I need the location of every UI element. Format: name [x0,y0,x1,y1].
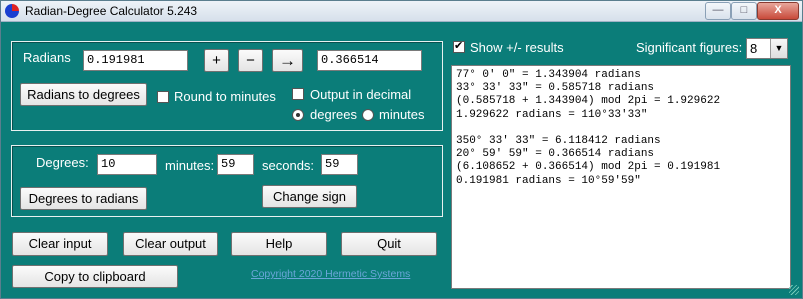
arrow-button[interactable]: → [272,49,303,72]
clear-output-button[interactable]: Clear output [123,232,218,256]
minutes-radio-label: minutes [379,107,425,122]
output-in-decimal-checkbox[interactable] [292,88,304,100]
radians-input[interactable]: 0.191981 [83,50,188,71]
output-line: 0.191981 radians = 10°59'59" [456,174,641,187]
output-line: 20° 59' 59" = 0.366514 radians [456,148,655,161]
radians-result-field[interactable]: 0.366514 [317,50,422,71]
title-bar[interactable]: Radian-Degree Calculator 5.243 — □ X [1,1,802,22]
help-button[interactable]: Help [231,232,327,256]
output-panel[interactable]: 77° 0' 0" = 1.343904 radians 33° 33' 33"… [451,65,791,289]
round-to-minutes-checkbox[interactable] [157,91,169,103]
radians-to-degrees-button[interactable]: Radians to degrees [20,83,147,106]
degrees-to-radians-button[interactable]: Degrees to radians [20,187,147,210]
minutes-radio[interactable] [362,109,374,121]
output-line: 1.929622 radians = 110°33'33" [456,108,648,121]
degrees-radio-label: degrees [310,107,357,122]
minutes-input[interactable]: 59 [217,154,254,175]
minimize-button[interactable]: — [705,2,731,20]
minutes-label: minutes: [165,158,215,173]
window-title: Radian-Degree Calculator 5.243 [25,4,198,18]
degrees-radio[interactable] [292,109,304,121]
seconds-label: seconds: [262,158,315,173]
output-line: (0.585718 + 1.343904) mod 2pi = 1.929622 [456,95,721,108]
significant-figures-select[interactable]: 8 ▼ [746,38,788,59]
degrees-label: Degrees: [36,155,89,170]
significant-figures-label: Significant figures: [636,40,743,55]
radians-label: Radians [23,50,71,65]
copyright-link[interactable]: Copyright 2020 Hermetic Systems [251,268,410,280]
show-results-label: Show +/- results [470,40,564,55]
output-line: (6.108652 + 0.366514) mod 2pi = 0.191981 [456,161,721,174]
resize-grip[interactable] [789,285,799,295]
change-sign-button[interactable]: Change sign [262,185,357,208]
degrees-input[interactable]: 10 [97,154,157,175]
show-results-checkbox[interactable] [453,39,465,53]
app-window: Radian-Degree Calculator 5.243 — □ X Rad… [0,0,803,299]
close-button[interactable]: X [757,2,799,20]
app-icon [5,4,19,18]
plus-button[interactable]: + [204,49,229,72]
minus-button[interactable]: − [238,49,263,72]
copy-to-clipboard-button[interactable]: Copy to clipboard [12,265,178,288]
round-to-minutes-label: Round to minutes [174,89,276,104]
clear-input-button[interactable]: Clear input [12,232,108,256]
chevron-down-icon[interactable]: ▼ [770,39,787,58]
output-line: 77° 0' 0" = 1.343904 radians [456,69,641,81]
maximize-button[interactable]: □ [731,2,757,20]
output-line: 350° 33' 33" = 6.118412 radians [456,134,661,147]
significant-figures-value: 8 [750,41,758,56]
output-in-decimal-label: Output in decimal [310,87,412,102]
seconds-input[interactable]: 59 [321,154,358,175]
quit-button[interactable]: Quit [341,232,437,256]
output-line: 33° 33' 33" = 0.585718 radians [456,82,655,95]
